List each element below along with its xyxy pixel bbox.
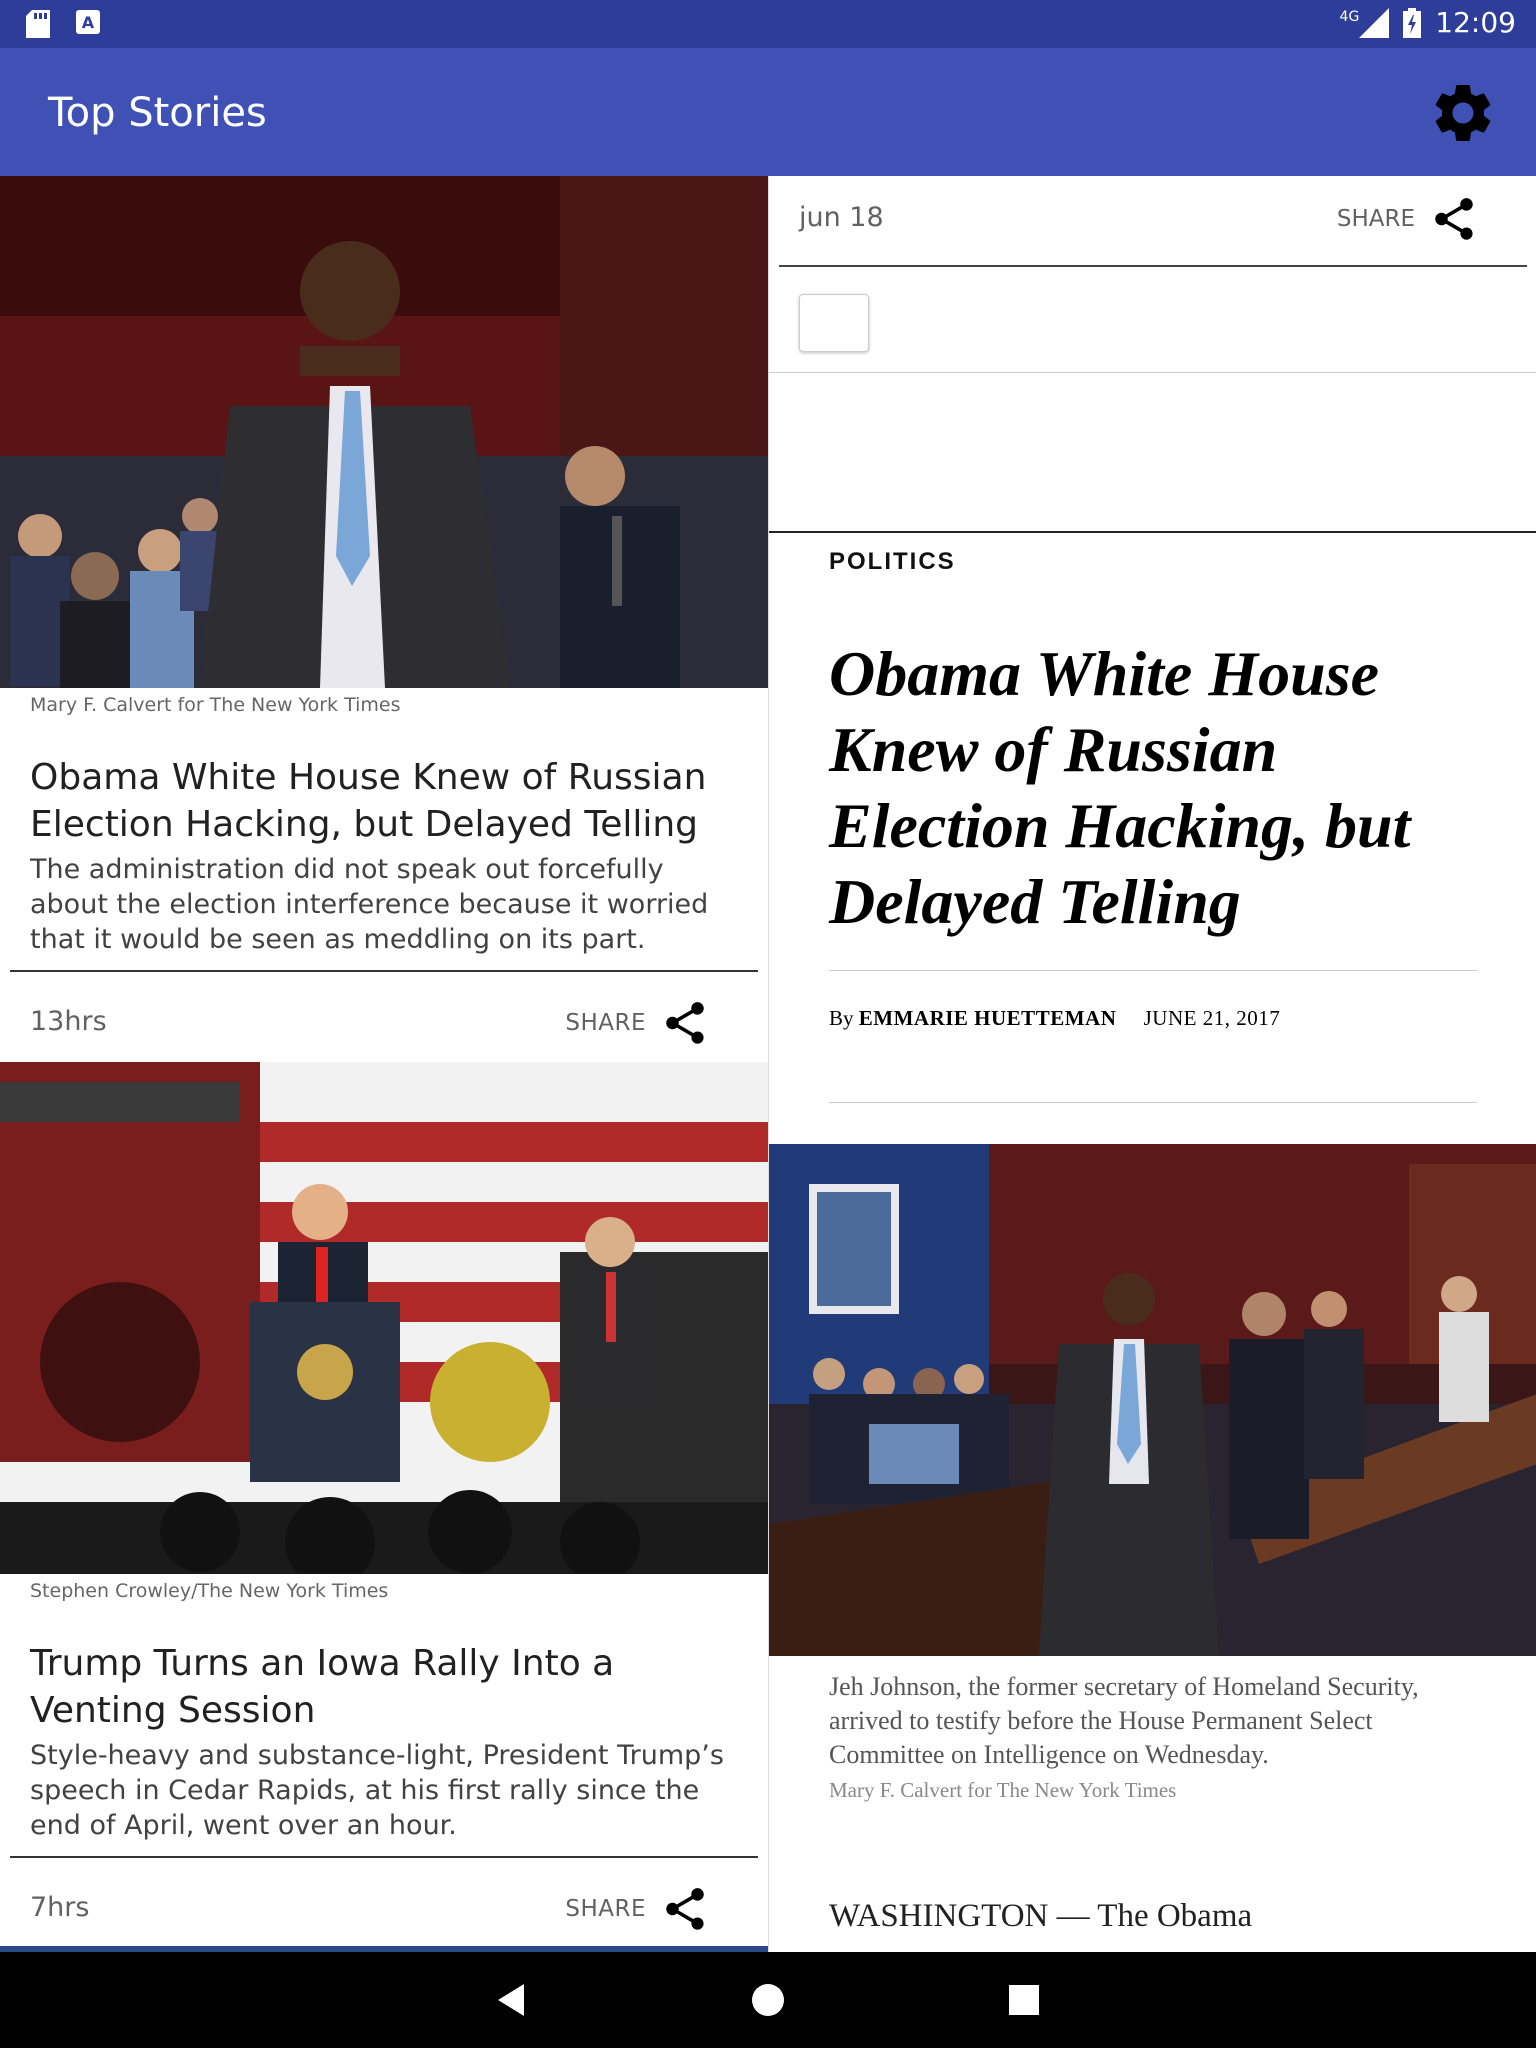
article-date: jun 18 [799, 202, 884, 233]
article-photo[interactable] [769, 1144, 1536, 1656]
network-label: 4G [1339, 8, 1360, 25]
story-headline[interactable]: Trump Turns an Iowa Rally Into a Venting… [30, 1640, 750, 1734]
divider [10, 970, 758, 972]
share-button[interactable]: SHARE [565, 998, 710, 1048]
photo-caption: Jeh Johnson, the former secretary of Hom… [829, 1672, 1419, 1769]
divider [769, 531, 1536, 533]
navigation-bar [0, 1952, 1536, 2048]
article-lede: WASHINGTON — The Obama [829, 1898, 1253, 1934]
divider [779, 265, 1527, 267]
section-label[interactable]: POLITICS [829, 548, 956, 576]
byline-prefix: By [829, 1006, 854, 1030]
story-abstract: The administration did not speak out for… [30, 854, 709, 955]
byline: By EMMARIE HUETTEMAN JUNE 21, 2017 [829, 1006, 1280, 1031]
share-icon [666, 1888, 704, 1930]
clock: 12:09 [1435, 6, 1516, 39]
article-photo-image [769, 1144, 1536, 1656]
divider [829, 1102, 1477, 1103]
status-bar: A 4G 12:09 [0, 0, 1536, 48]
back-icon[interactable] [488, 1976, 536, 2024]
text-a-icon: A [76, 10, 100, 34]
published-date: JUNE 21, 2017 [1143, 1006, 1281, 1030]
story-photo[interactable] [0, 1062, 768, 1574]
divider [10, 1856, 758, 1858]
article-toolbar: jun 18 SHARE [769, 176, 1536, 266]
story-age: 7hrs [30, 1892, 90, 1923]
story-age: 13hrs [30, 1006, 107, 1037]
share-icon [666, 1002, 704, 1044]
sd-card-icon [26, 10, 50, 38]
story-card[interactable]: Stephen Crowley/The New York Times Trump… [0, 1062, 768, 1930]
story-abstract: Style-heavy and substance-light, Preside… [30, 1740, 724, 1841]
app-title: Top Stories [48, 90, 267, 136]
story-photo-image [0, 176, 768, 688]
article-detail: jun 18 SHARE POLITICS Obama White House … [768, 176, 1536, 1952]
share-button[interactable]: SHARE [1337, 194, 1479, 244]
story-list: Mary F. Calvert for The New York Times O… [0, 176, 768, 1952]
photo-credit: Stephen Crowley/The New York Times [30, 1580, 389, 1602]
home-icon[interactable] [744, 1976, 792, 2024]
photo-credit: Mary F. Calvert for The New York Times [30, 694, 401, 716]
battery-icon [1403, 7, 1422, 38]
web-menu-button[interactable] [799, 294, 869, 352]
share-label: SHARE [565, 1010, 646, 1036]
author-name[interactable]: EMMARIE HUETTEMAN [859, 1006, 1117, 1030]
share-label: SHARE [565, 1896, 646, 1922]
divider [829, 970, 1477, 971]
svg-text:A: A [82, 13, 95, 32]
divider [769, 372, 1536, 373]
recents-icon[interactable] [1000, 1976, 1048, 2024]
story-card[interactable]: Mary F. Calvert for The New York Times O… [0, 176, 768, 1044]
app-bar: Top Stories [0, 48, 1536, 176]
story-photo-image [0, 1062, 768, 1574]
story-headline[interactable]: Obama White House Knew of Russian Electi… [30, 754, 750, 848]
share-button[interactable]: SHARE [565, 1884, 710, 1934]
gear-icon[interactable] [1428, 78, 1498, 148]
photo-credit: Mary F. Calvert for The New York Times [829, 1778, 1177, 1802]
signal-icon [1359, 7, 1390, 38]
story-photo[interactable] [0, 176, 768, 688]
share-icon [1435, 198, 1473, 240]
share-label: SHARE [1336, 206, 1415, 232]
article-headline: Obama White House Knew of Russian Electi… [829, 638, 1411, 937]
